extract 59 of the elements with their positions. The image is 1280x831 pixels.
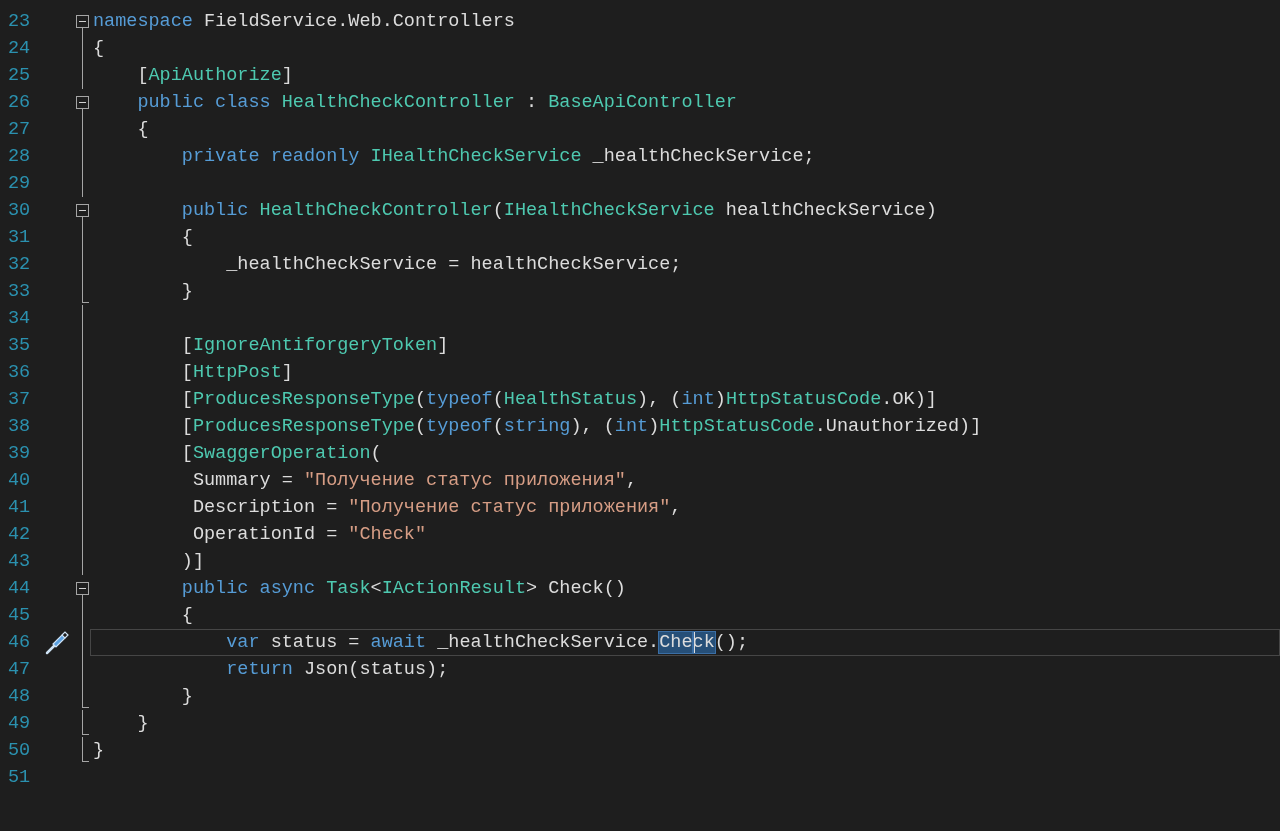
screwdriver-icon[interactable] (45, 630, 69, 655)
code-line: return Json(status); (225, 658, 450, 682)
code-line: { (180, 604, 194, 628)
line-number: 40 (8, 469, 32, 493)
line-number: 44 (8, 577, 32, 601)
code-line: [IgnoreAntiforgeryToken] (180, 334, 450, 358)
collapse-toggle[interactable] (76, 582, 89, 595)
code-line: namespace FieldService.Web.Controllers (92, 10, 516, 34)
code-line: } (136, 712, 150, 736)
line-number: 41 (8, 496, 32, 520)
code-line: Description = "Получение статус приложения", (191, 496, 683, 520)
line-number: 34 (8, 307, 32, 331)
code-line: } (180, 280, 194, 304)
line-number: 42 (8, 523, 32, 547)
line-number: 29 (8, 172, 32, 196)
code-line: [SwaggerOperation( (180, 442, 383, 466)
collapse-toggle[interactable] (76, 204, 89, 217)
line-number: 28 (8, 145, 32, 169)
line-number: 48 (8, 685, 32, 709)
code-line: public HealthCheckController(IHealthCheckService healthCheckService) (180, 199, 938, 223)
line-number: 27 (8, 118, 32, 142)
line-number: 43 (8, 550, 32, 574)
line-number: 25 (8, 64, 32, 88)
line-number: 45 (8, 604, 32, 628)
code-line: [ProducesResponseType(typeof(HealthStatus), (int)HttpStatusCode.OK)] (180, 388, 938, 412)
code-line: [ProducesResponseType(typeof(string), (int)HttpStatusCode.Unauthorized)] (180, 415, 983, 439)
line-number: 47 (8, 658, 32, 682)
code-line: _healthCheckService = healthCheckService; (225, 253, 683, 277)
line-number: 39 (8, 442, 32, 466)
line-number: 36 (8, 361, 32, 385)
line-number: 49 (8, 712, 32, 736)
line-number: 38 (8, 415, 32, 439)
code-line: public class HealthCheckController : BaseApiController (136, 91, 738, 115)
code-line: [HttpPost] (180, 361, 294, 385)
line-number: 33 (8, 280, 32, 304)
code-line: )] (180, 550, 206, 574)
line-number: 37 (8, 388, 32, 412)
code-line: } (180, 685, 194, 709)
line-number: 51 (8, 766, 32, 790)
line-number: 23 (8, 10, 32, 34)
code-line: } (92, 739, 106, 763)
collapse-toggle[interactable] (76, 15, 89, 28)
line-number: 35 (8, 334, 32, 358)
line-number: 50 (8, 739, 32, 763)
code-line: public async Task<IActionResult> Check() (180, 577, 627, 601)
line-number: 26 (8, 91, 32, 115)
line-number: 24 (8, 37, 32, 61)
code-line: OperationId = "Check" (191, 523, 428, 547)
line-number: 30 (8, 199, 32, 223)
collapse-toggle[interactable] (76, 96, 89, 109)
code-line: Summary = "Получение статус приложения", (191, 469, 638, 493)
line-number: 31 (8, 226, 32, 250)
code-line: { (180, 226, 194, 250)
line-number: 46 (8, 631, 32, 655)
code-line: { (92, 37, 106, 61)
code-line: private readonly IHealthCheckService _healthCheckService; (180, 145, 816, 169)
line-number: 32 (8, 253, 32, 277)
code-line: { (136, 118, 150, 142)
code-line: [ApiAuthorize] (136, 64, 294, 88)
